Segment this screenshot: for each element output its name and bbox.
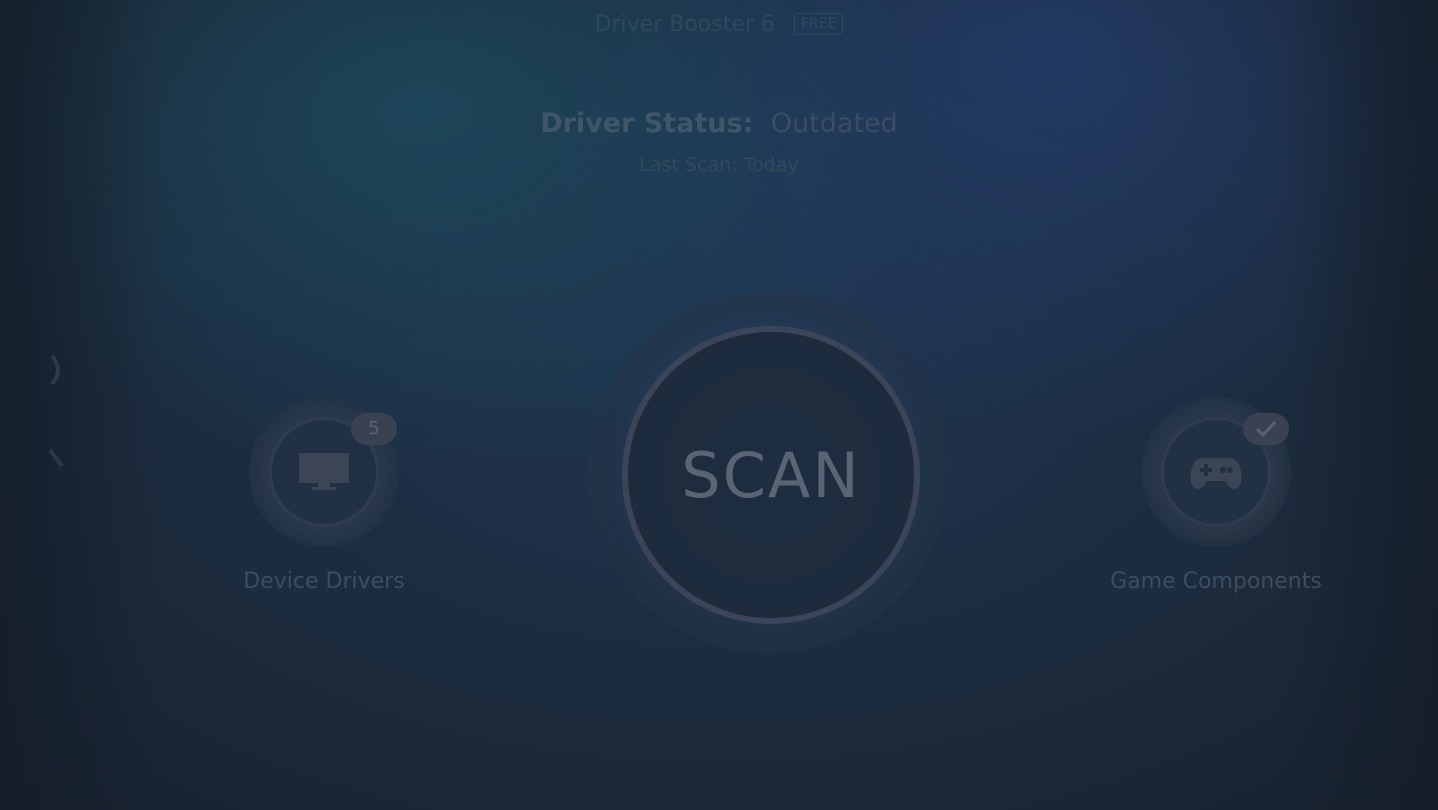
device-drivers-feature[interactable]: 5 Device Drivers <box>194 397 454 594</box>
device-drivers-label: Device Drivers <box>243 569 405 594</box>
gamepad-icon <box>1190 458 1242 489</box>
last-scan-text: Last Scan: Today <box>639 154 799 176</box>
game-components-ring <box>1141 397 1291 547</box>
left-panel-arrow-icon <box>44 350 70 480</box>
monitor-icon <box>299 453 349 490</box>
device-drivers-ring: 5 <box>249 397 399 547</box>
device-drivers-count-badge: 5 <box>351 413 397 445</box>
check-icon <box>1255 420 1277 438</box>
driver-status-value: Outdated <box>770 108 898 139</box>
edition-badge: FREE <box>793 13 844 35</box>
app-header: Driver Booster 6 FREE <box>0 12 1438 37</box>
driver-status-label: Driver Status: <box>540 108 754 139</box>
scan-button-label: SCAN <box>681 438 861 512</box>
left-panel-arrow-svg <box>48 354 64 468</box>
app-title: Driver Booster 6 <box>594 12 775 37</box>
game-components-label: Game Components <box>1110 569 1322 594</box>
driver-status: Driver Status: Outdated <box>0 108 1438 139</box>
game-components-check-badge <box>1243 413 1289 445</box>
scan-button[interactable]: SCAN <box>622 326 920 624</box>
game-components-feature[interactable]: Game Components <box>1086 397 1346 594</box>
